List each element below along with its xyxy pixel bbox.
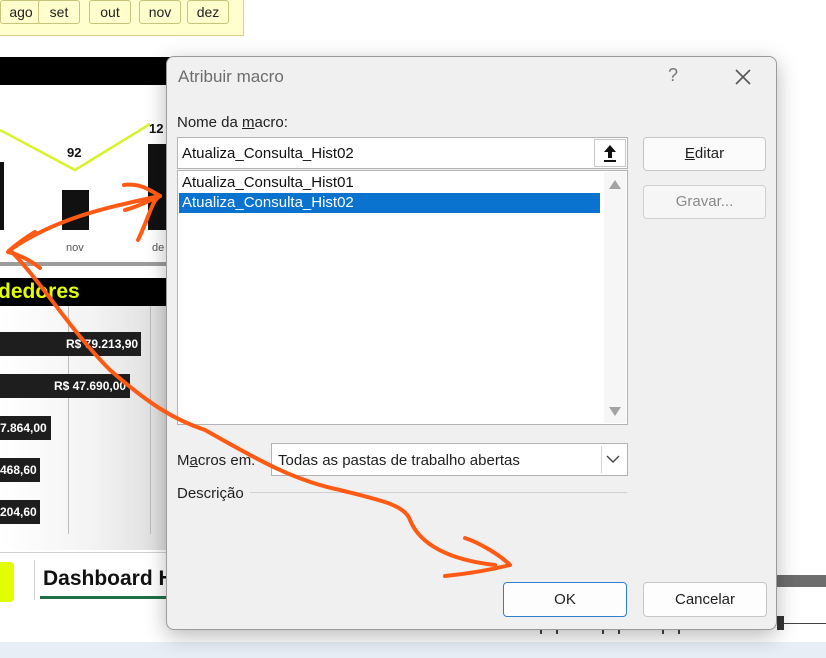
macro-name-label: Nome da macro: xyxy=(177,114,288,131)
macro-list-item[interactable]: Atualiza_Consulta_Hist01 xyxy=(179,173,600,193)
seller-value-5: 204,60 xyxy=(0,500,40,524)
close-icon xyxy=(735,69,751,85)
scroll-up-arrow-icon[interactable] xyxy=(609,180,621,189)
section-divider xyxy=(0,262,170,266)
macros-in-label-post: cros em: xyxy=(197,452,256,469)
macros-in-select[interactable]: Todas as pastas de trabalho abertas xyxy=(271,443,628,476)
edit-button-accel: E xyxy=(684,145,695,162)
month-button-out[interactable]: out xyxy=(89,0,131,24)
grid-line xyxy=(150,306,151,534)
horizontal-scrollbar[interactable] xyxy=(776,575,826,587)
chart-value-label-nov: 92 xyxy=(67,145,81,160)
macro-list[interactable]: Atualiza_Consulta_Hist01 Atualiza_Consul… xyxy=(177,170,628,425)
seller-value-3: 7.864,00 xyxy=(0,416,51,440)
macro-name-label-pre: Nome da xyxy=(177,114,243,131)
description-label: Descrição xyxy=(177,485,244,502)
chart-bar-nov xyxy=(62,190,89,230)
edit-button-label: ditar xyxy=(694,145,725,162)
taskbar xyxy=(0,642,826,658)
macros-in-label-accel: a xyxy=(189,452,198,469)
zoom-slider[interactable] xyxy=(778,623,826,624)
sellers-header: dedores xyxy=(0,278,170,306)
upload-arrow-icon xyxy=(604,145,616,162)
month-button-set[interactable]: set xyxy=(38,0,80,24)
monthly-chart: 92 12 nov de xyxy=(0,86,170,262)
scroll-down-arrow-icon[interactable] xyxy=(609,407,621,416)
sheet-tab-previous[interactable] xyxy=(0,562,14,602)
assign-macro-dialog: Atribuir macro ? Nome da macro: Atualiza… xyxy=(166,56,777,630)
seller-value-4: 468,60 xyxy=(0,458,40,482)
macro-name-input[interactable]: Atualiza_Consulta_Hist02 xyxy=(177,137,628,169)
macro-name-label-post: acro: xyxy=(254,114,288,131)
sellers-title: dedores xyxy=(0,280,80,303)
chart-value-label-dez: 12 xyxy=(149,121,163,136)
dialog-title: Atribuir macro xyxy=(178,67,284,86)
month-button-nov[interactable]: nov xyxy=(139,0,181,24)
ok-button[interactable]: OK xyxy=(503,582,627,617)
help-button[interactable]: ? xyxy=(665,65,681,86)
monthly-chart-svg: 92 12 nov de xyxy=(0,121,170,254)
zoom-slider-thumb[interactable] xyxy=(777,616,784,630)
chart-header-bar xyxy=(0,57,170,85)
dropdown-button[interactable] xyxy=(601,446,625,473)
close-button[interactable] xyxy=(731,65,755,89)
macro-list-scrollbar[interactable] xyxy=(604,172,626,423)
macro-name-label-accel: m xyxy=(242,114,255,131)
edit-button[interactable]: Editar xyxy=(643,137,766,171)
description-divider xyxy=(250,492,627,493)
macros-in-select-value: Todas as pastas de trabalho abertas xyxy=(278,452,520,469)
month-button-ago[interactable]: ago xyxy=(0,0,42,24)
active-tab-indicator xyxy=(40,596,170,599)
record-button[interactable]: Gravar... xyxy=(643,185,766,219)
chart-x-label-nov: nov xyxy=(66,242,84,254)
chevron-down-icon xyxy=(606,455,620,463)
chart-x-label-dez: de xyxy=(152,242,164,254)
seller-value-1: R$ 79.213,90 xyxy=(0,332,141,356)
month-button-dez[interactable]: dez xyxy=(187,0,229,24)
macros-in-label: Macros em: xyxy=(177,452,255,469)
collapse-dialog-button[interactable] xyxy=(594,139,626,167)
sheet-tab-dashboard[interactable]: Dashboard H xyxy=(34,560,170,600)
chart-bar-oct xyxy=(0,162,4,230)
seller-value-2: R$ 47.690,00 xyxy=(0,374,130,398)
macro-list-item-selected[interactable]: Atualiza_Consulta_Hist02 xyxy=(179,193,600,213)
cancel-button[interactable]: Cancelar xyxy=(643,582,767,617)
macros-in-label-pre: M xyxy=(177,452,190,469)
